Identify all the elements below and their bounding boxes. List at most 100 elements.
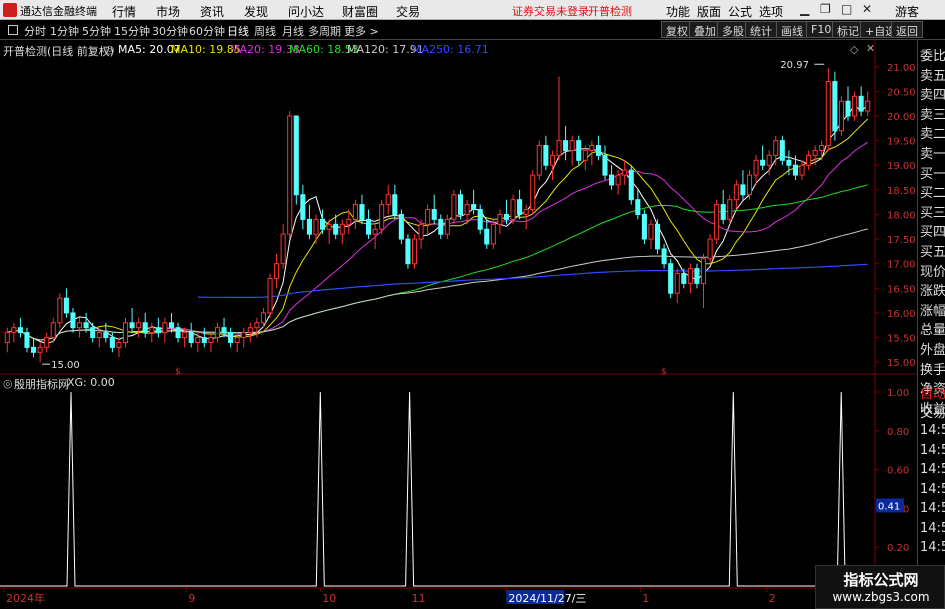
candlestick	[228, 327, 234, 348]
candle-body	[418, 223, 424, 240]
trade-time: 14:55	[920, 481, 945, 497]
candle-body	[247, 327, 253, 334]
candlestick	[582, 145, 588, 171]
chart-canvas[interactable]: 21.0020.5020.0019.5019.0018.5018.0017.50…	[0, 40, 917, 609]
candle-body	[543, 145, 549, 166]
candle-body	[635, 199, 641, 215]
candle-body	[648, 223, 654, 240]
menu-function[interactable]: 功能	[666, 3, 690, 20]
candlestick	[359, 194, 365, 225]
candle-body	[168, 322, 175, 329]
period-tick[interactable]: 分时	[24, 23, 46, 39]
x-tick-label: 2	[769, 592, 776, 605]
candlestick	[214, 322, 221, 343]
y-tick-label: 16.00	[887, 309, 916, 320]
menu-layout[interactable]: 版面	[697, 3, 721, 20]
candlestick	[162, 317, 168, 343]
candle-body	[549, 154, 555, 166]
candle-body	[90, 327, 96, 339]
candle-body	[24, 332, 30, 348]
candlestick	[136, 317, 142, 338]
candle-body	[471, 204, 477, 211]
minimize-icon[interactable]: ▁	[800, 2, 809, 16]
quote-label: 买三	[920, 205, 945, 221]
period-30min[interactable]: 30分钟	[152, 23, 188, 39]
menu-formula[interactable]: 公式	[728, 3, 752, 20]
candle-body	[622, 169, 628, 176]
ma20-line	[7, 141, 868, 341]
menu-exchange[interactable]: 市场	[156, 3, 180, 20]
app-title: 通达信金融终端	[20, 5, 97, 18]
stock-name: 开普检测	[588, 5, 632, 18]
candlestick	[700, 253, 707, 308]
trade-label: 交易	[920, 406, 945, 421]
candlestick	[727, 194, 733, 225]
candlestick	[865, 91, 871, 116]
trade-time: 14:55	[920, 442, 945, 458]
maximize-icon[interactable]: □	[841, 2, 852, 16]
candle-body	[267, 277, 273, 314]
sub-y-tick-label: 0.20	[887, 543, 909, 554]
candlestick	[806, 150, 812, 171]
period-monthly[interactable]: 月线	[282, 23, 304, 39]
candlestick	[44, 332, 50, 353]
candlestick	[674, 268, 680, 304]
xg-line	[0, 391, 875, 587]
x-tick-label: 9	[188, 592, 195, 605]
candle-body	[517, 199, 523, 215]
candle-body	[746, 174, 753, 196]
candle-body	[668, 263, 674, 294]
candlestick	[687, 263, 693, 294]
menu-trade[interactable]: 交易	[396, 3, 420, 20]
y-tick-label: 19.00	[887, 161, 916, 172]
candle-body	[385, 194, 391, 206]
candle-body	[451, 194, 457, 220]
menu-market[interactable]: 行情	[112, 3, 136, 20]
grid-icon[interactable]	[8, 25, 18, 35]
draw-line-button[interactable]: 画线	[776, 21, 808, 38]
candlestick	[746, 170, 753, 200]
candlestick	[306, 204, 312, 240]
period-15min[interactable]: 15分钟	[114, 23, 150, 39]
back-button[interactable]: 返回	[891, 21, 923, 38]
quote-label: 外盘	[920, 343, 945, 358]
candle-body	[241, 332, 247, 339]
period-1min[interactable]: 1分钟	[50, 23, 79, 39]
quote-label: 卖五	[920, 68, 945, 84]
candlestick	[484, 219, 490, 249]
quote-label: 卖二	[920, 127, 945, 143]
candle-body	[773, 140, 779, 156]
menu-discover[interactable]: 发现	[244, 3, 268, 20]
period-weekly[interactable]: 周线	[254, 23, 276, 39]
quote-label: 买二	[920, 186, 945, 202]
restore-icon[interactable]: ❐	[820, 2, 831, 16]
period-more[interactable]: 更多 >	[344, 23, 379, 39]
menu-wealth[interactable]: 财富圈	[342, 3, 378, 20]
high-price-label: 20.97	[780, 60, 809, 71]
candle-body	[162, 322, 168, 334]
candle-body	[83, 322, 89, 329]
candle-body	[536, 145, 542, 176]
stats-button[interactable]: 统计	[745, 21, 777, 38]
candlestick	[411, 234, 418, 269]
candle-body	[234, 337, 240, 343]
period-60min[interactable]: 60分钟	[189, 23, 225, 39]
period-daily[interactable]: 日线	[227, 23, 249, 39]
candle-body	[11, 327, 17, 334]
menu-ask[interactable]: 问小达	[288, 3, 324, 20]
candlestick	[661, 244, 667, 269]
candlestick	[392, 184, 398, 220]
period-multi[interactable]: 多周期	[308, 23, 341, 39]
login-warning[interactable]: 证券交易未登录	[512, 3, 589, 19]
candle-body	[838, 100, 844, 132]
trade-time: 14:55	[920, 520, 945, 536]
candle-body	[740, 184, 746, 196]
guest-label[interactable]: 游客	[895, 3, 919, 20]
menu-news[interactable]: 资讯	[200, 3, 224, 20]
candle-body	[326, 223, 332, 230]
close-icon[interactable]: ✕	[862, 2, 872, 16]
signal-marker: $	[175, 367, 181, 377]
period-5min[interactable]: 5分钟	[82, 23, 111, 39]
watermark-title: 指标公式网	[843, 571, 919, 589]
menu-options[interactable]: 选项	[759, 3, 783, 20]
